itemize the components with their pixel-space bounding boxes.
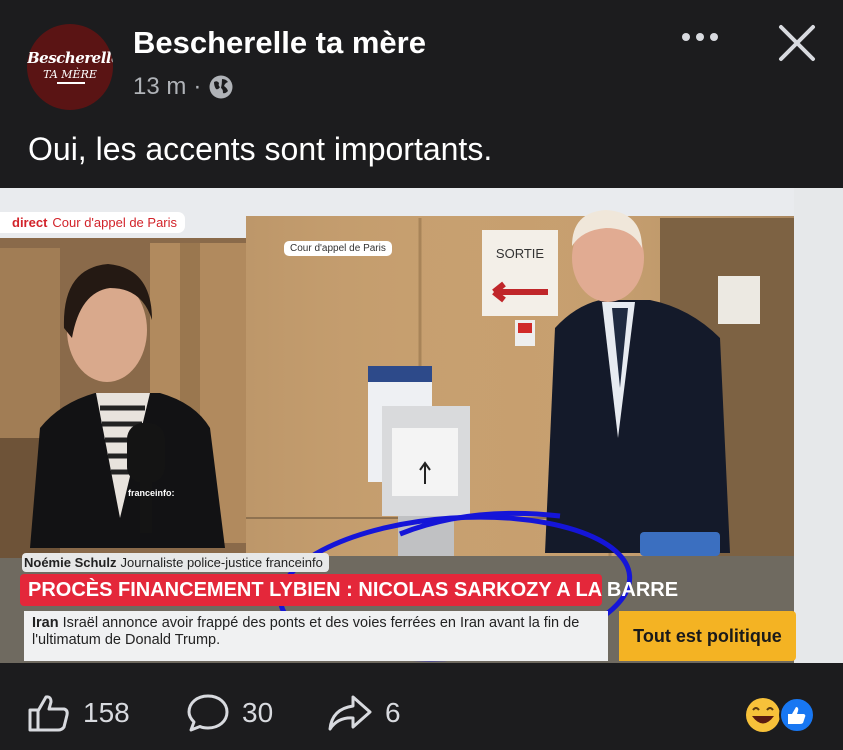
laughing-emoji-icon	[746, 698, 780, 732]
page-name[interactable]: Bescherelle ta mère	[133, 25, 426, 61]
live-location: Cour d'appel de Paris	[52, 215, 178, 230]
reporter-role: Journaliste police-justice franceinfo	[120, 555, 323, 570]
like-button[interactable]: 158	[27, 693, 130, 733]
avatar-underline	[57, 82, 85, 84]
more-options-button[interactable]	[682, 33, 718, 41]
comment-count: 30	[242, 697, 274, 728]
program-name: Tout est politique	[619, 611, 796, 661]
avatar-subtitle: TA MÈRE	[43, 68, 97, 81]
more-dot-icon	[710, 33, 718, 41]
post-text: Oui, les accents sont importants.	[28, 131, 493, 167]
close-icon[interactable]	[774, 20, 820, 66]
live-location-tag: direct Cour d'appel de Paris	[0, 212, 186, 233]
comment-button[interactable]: 30	[186, 693, 273, 733]
share-count: 6	[385, 697, 401, 728]
venue-tag: Cour d'appel de Paris	[284, 241, 392, 256]
reporter-name: Noémie Schulz	[24, 555, 117, 570]
share-button[interactable]: 6	[327, 693, 401, 733]
reporter-caption: Noémie Schulz Journaliste police-justice …	[22, 553, 329, 572]
globe-icon	[209, 75, 233, 99]
reaction-summary[interactable]	[745, 697, 817, 733]
ticker-topic: Iran	[32, 615, 59, 631]
page-avatar[interactable]: Bescherelle TA MÈRE	[27, 24, 113, 110]
post-photo[interactable]: SORTIE direct Cour d'appel de Paris Cour …	[0, 188, 843, 663]
news-ticker: Iran Israël annonce avoir frappé des pont…	[24, 611, 608, 661]
post-time[interactable]: 13 m	[133, 73, 186, 101]
post-meta: 13 m ·	[133, 73, 234, 101]
reaction-bar: 158 30 6	[0, 663, 843, 750]
news-headline: PROCÈS FINANCEMENT LYBIEN : NICOLAS SARK…	[20, 574, 678, 606]
comment-bubble-icon	[187, 694, 229, 732]
meta-separator: ·	[193, 73, 202, 100]
more-dot-icon	[682, 33, 690, 41]
live-prefix: direct	[12, 215, 48, 230]
exit-sign-text: SORTIE	[496, 246, 544, 261]
like-badge-icon	[779, 697, 815, 733]
mic-brand: franceinfo:	[128, 488, 175, 498]
ticker-text: Israël annonce avoir frappé des ponts et…	[32, 615, 580, 648]
share-arrow-icon	[328, 695, 372, 731]
thumbs-up-icon	[28, 695, 69, 732]
more-dot-icon	[696, 33, 704, 41]
avatar-title: Bescherelle	[27, 49, 113, 67]
like-count: 158	[83, 697, 130, 728]
